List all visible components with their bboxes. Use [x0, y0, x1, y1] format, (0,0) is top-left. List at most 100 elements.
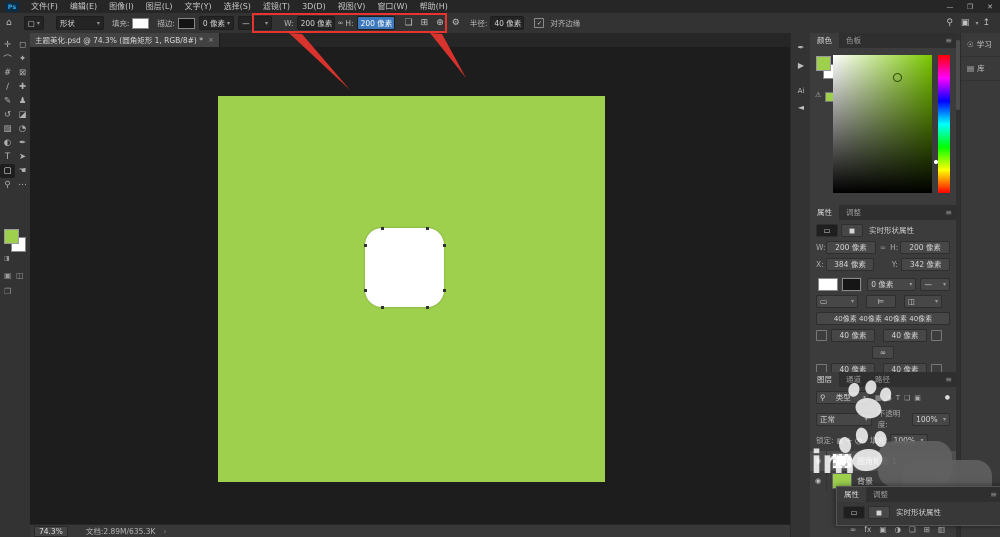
stroke-align-dropdown[interactable]: ▭ ▾ — [816, 295, 858, 308]
menu-help[interactable]: 帮助(H) — [414, 1, 454, 12]
lock-all-icon[interactable]: ⨂ — [855, 437, 862, 445]
prop-x-field[interactable]: 384 像素 — [825, 258, 875, 271]
status-options-icon[interactable]: › — [163, 527, 166, 536]
new-group-icon[interactable]: ❏ — [909, 525, 916, 534]
blend-mode-dropdown[interactable]: 正常 ▾ — [816, 412, 872, 426]
link-dimensions-icon[interactable]: ∞ — [338, 19, 344, 27]
brush-tool[interactable]: ✎ — [0, 94, 15, 108]
restore-button[interactable]: ❐ — [960, 3, 980, 11]
path-select-tool[interactable]: ➤ — [15, 150, 30, 164]
type-tool[interactable]: T — [0, 150, 15, 164]
filter-type-icon[interactable]: T — [896, 394, 900, 402]
quick-mask-icon[interactable]: ▣ — [4, 271, 12, 280]
filter-toggle-icon[interactable]: ● — [945, 394, 950, 401]
crop-tool[interactable]: # — [0, 66, 15, 80]
filter-smartobj-icon[interactable]: ▣ — [914, 394, 921, 402]
eyedropper-tool[interactable]: ∕ — [0, 80, 15, 94]
link-layers-icon[interactable]: ∞ — [850, 525, 856, 534]
saturation-brightness-field[interactable] — [833, 55, 932, 193]
gamut-warning-icon[interactable]: ⚠ — [815, 91, 821, 99]
prop-stroke-swatch[interactable] — [840, 277, 863, 292]
search-icon[interactable]: ⚲ — [946, 18, 953, 28]
tab-channels[interactable]: 通道 — [839, 372, 868, 387]
home-icon[interactable]: ⌂ — [6, 18, 12, 28]
corner-tl-icon[interactable] — [816, 330, 827, 341]
rounded-rectangle-tool[interactable]: ▢ — [0, 164, 15, 178]
menu-3d[interactable]: 3D(D) — [296, 2, 332, 11]
shape-anchor[interactable] — [381, 227, 384, 230]
delete-layer-icon[interactable]: ▥ — [938, 525, 945, 534]
layer-filter-dropdown[interactable]: ⚲ 类型 ▾ — [816, 391, 870, 404]
gear-icon[interactable]: ⚙ — [452, 18, 460, 28]
dodge-tool[interactable]: ◐ — [0, 136, 15, 150]
frame-tool[interactable]: ⊠ — [15, 66, 30, 80]
menu-filter[interactable]: 滤镜(T) — [257, 1, 296, 12]
shape-anchor[interactable] — [364, 289, 367, 292]
healing-brush-tool[interactable]: ✚ — [15, 80, 30, 94]
eraser-tool[interactable]: ◪ — [15, 108, 30, 122]
shape-anchor[interactable] — [443, 244, 446, 247]
tab-adjustments[interactable]: 调整 — [866, 487, 895, 502]
prop-stroke-width-field[interactable]: 0 像素 ▾ — [867, 278, 917, 291]
shape-anchor[interactable] — [364, 244, 367, 247]
close-tab-icon[interactable]: × — [208, 36, 214, 44]
hue-slider[interactable] — [938, 55, 950, 193]
shape-height-field[interactable]: 200 像素 — [356, 16, 395, 30]
filter-adjustment-icon[interactable]: ◑ — [886, 394, 892, 402]
shape-anchor[interactable] — [426, 306, 429, 309]
filter-shape-icon[interactable]: ❏ — [904, 394, 910, 402]
rounded-rectangle-shape[interactable] — [365, 228, 444, 307]
link-dimensions-icon[interactable]: ∞ — [880, 243, 886, 252]
add-mask-icon[interactable]: ▣ — [879, 525, 886, 534]
stroke-caps-dropdown[interactable]: ⊨ — [866, 295, 896, 308]
tool-preset-dropdown[interactable]: ▢ ▾ — [23, 16, 44, 30]
workspace-icon[interactable]: ▣ — [961, 18, 970, 28]
panel-menu-icon[interactable]: ≡ — [945, 375, 952, 384]
canvas-area[interactable] — [30, 47, 790, 524]
prop-width-field[interactable]: 200 像素 — [825, 241, 876, 254]
swap-colors-icon[interactable]: ◨ — [4, 255, 10, 262]
filter-pixel-icon[interactable]: ▦ — [875, 394, 882, 402]
link-radii-icon[interactable]: ∞ — [872, 346, 894, 359]
path-alignment-icon[interactable]: ⊞ — [421, 18, 429, 28]
blur-tool[interactable]: ◔ — [15, 122, 30, 136]
path-arrangement-icon[interactable]: ⊕ — [436, 18, 444, 28]
menu-layer[interactable]: 图层(L) — [140, 1, 179, 12]
menu-edit[interactable]: 编辑(E) — [64, 1, 103, 12]
clone-stamp-tool[interactable]: ♟ — [15, 94, 30, 108]
tab-layers[interactable]: 图层 — [810, 372, 839, 387]
stroke-type-dropdown[interactable]: — ▾ — [238, 16, 273, 30]
corner-radius-summary[interactable]: 40像素 40像素 40像素 40像素 — [816, 312, 950, 325]
mask-mode-icon[interactable]: ◫ — [16, 271, 24, 280]
tab-swatches[interactable]: 色板 — [839, 33, 868, 48]
quick-select-tool[interactable]: ✦ — [15, 52, 30, 66]
document-tab[interactable]: 主题美化.psd @ 74.3% (圆角矩形 1, RGB/8#) * × — [30, 33, 220, 47]
tab-paths[interactable]: 路径 — [868, 372, 897, 387]
color-foreground-swatch[interactable] — [816, 56, 831, 71]
tab-color[interactable]: 颜色 — [810, 33, 839, 48]
pen-tool[interactable]: ✒ — [15, 136, 30, 150]
more-tools[interactable]: ⋯ — [15, 178, 30, 192]
lasso-tool[interactable]: ⌒ — [0, 52, 15, 66]
marquee-tool[interactable]: ◻ — [15, 38, 30, 52]
hue-slider-marker[interactable] — [934, 160, 938, 164]
color-picker-marker[interactable] — [893, 73, 902, 82]
close-button[interactable]: ✕ — [980, 3, 1000, 11]
audio-panel-icon[interactable]: ◄ — [791, 103, 811, 112]
menu-file[interactable]: 文件(F) — [25, 1, 64, 12]
prop-fill-swatch[interactable] — [818, 278, 838, 291]
menu-view[interactable]: 视图(V) — [332, 1, 372, 12]
share-icon[interactable]: ↥ — [982, 18, 990, 28]
learn-panel-button[interactable]: ☉ 学习 — [961, 33, 1000, 57]
tab-properties[interactable]: 属性 — [837, 487, 866, 502]
path-operations-icon[interactable]: ❏ — [405, 18, 413, 28]
shape-width-field[interactable]: 200 像素 — [296, 16, 335, 30]
prop-y-field[interactable]: 342 像素 — [901, 258, 950, 271]
zoom-level-field[interactable]: 74.3% — [34, 526, 68, 537]
move-tool[interactable]: ✛ — [0, 38, 15, 52]
panel-menu-icon[interactable]: ≡ — [990, 490, 997, 499]
artboard[interactable] — [218, 96, 605, 482]
align-edges-checkbox[interactable]: ✓ — [534, 18, 545, 28]
radius-field[interactable]: 40 像素 — [490, 16, 525, 30]
stroke-swatch[interactable] — [177, 17, 195, 29]
